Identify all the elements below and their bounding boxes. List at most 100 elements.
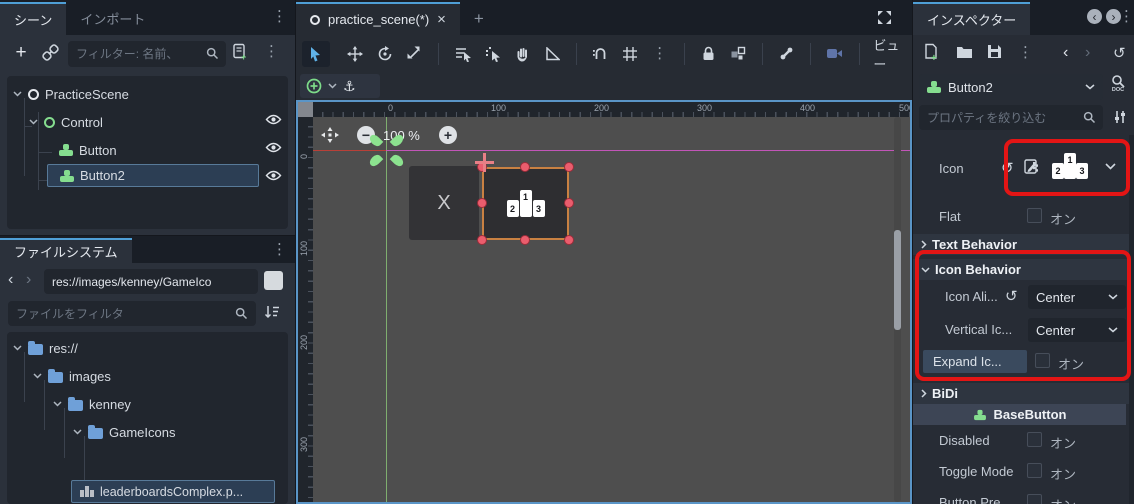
scene-filter-input[interactable] [68,41,226,67]
resize-handle[interactable] [520,235,530,245]
inspector-vscrollbar[interactable] [1129,135,1134,504]
current-path-field[interactable]: res://images/kenney/GameIco [44,269,258,294]
chevron-down-icon[interactable] [13,91,22,97]
visibility-eye-icon[interactable] [265,113,282,126]
tab-scene[interactable]: シーン [0,2,66,35]
zoom-in-button[interactable]: + [439,126,457,144]
property-filter-field[interactable] [919,105,1103,130]
expand-fullscreen-icon[interactable] [877,10,892,25]
canvas[interactable]: − 100 % + X 1 2 3 [313,117,910,502]
chevron-down-icon[interactable] [29,119,38,125]
view-menu-button[interactable]: ビュー [873,35,912,73]
section-icon-behavior[interactable]: Icon Behavior [913,259,1130,280]
inspector-menu-icon[interactable]: ⋮ [1119,9,1134,24]
section-text-behavior[interactable]: Text Behavior [913,234,1130,255]
tab-filesystem[interactable]: ファイルシステム [0,238,132,263]
flat-checkbox[interactable] [1027,208,1042,223]
chevron-down-icon[interactable] [53,401,62,407]
disabled-checkbox[interactable] [1027,432,1042,447]
prev-object-icon[interactable]: ‹ [1087,9,1102,24]
file-filter-input[interactable] [8,301,256,326]
tree-row-button2-selected[interactable]: Button2 [47,164,259,187]
anchor-preset-icon[interactable]: ⚓ [343,78,356,95]
add-node-icon[interactable]: + [10,41,32,65]
button-pressed-checkbox[interactable] [1027,494,1042,504]
pick-pixel-select-tool-button[interactable] [479,41,507,67]
resize-handle[interactable] [564,162,574,172]
icon-alignment-dropdown[interactable]: Center [1028,285,1126,309]
camera-override-icon[interactable] [821,41,849,67]
scene-toolbar-menu-icon[interactable]: ⋮ [264,44,279,59]
fs-row-res[interactable]: res:// [13,336,283,360]
rotate-tool-button[interactable] [371,41,399,67]
history-forward-icon[interactable]: › [26,271,31,289]
save-icon[interactable] [987,44,1002,59]
viewport-2d[interactable]: 0 100 200 300 400 500 0 100 200 300 [296,100,912,504]
tab-practice-scene[interactable]: practice_scene(*) × [296,2,460,35]
file-filter-field[interactable] [8,301,256,326]
tab-inspector[interactable]: インスペクター [913,2,1030,35]
list-select-tool-button[interactable] [449,41,477,67]
canvas-vscrollbar[interactable] [894,117,901,502]
chevron-down-icon[interactable] [328,83,337,89]
tab-import[interactable]: インポート [66,2,159,35]
extra-resource-options-icon[interactable] [1113,110,1127,124]
resize-handle[interactable] [477,198,487,208]
pan-tool-button[interactable] [509,41,537,67]
new-scene-tab-button[interactable]: + [460,2,498,35]
fs-row-images[interactable]: images [33,364,283,388]
resize-handle[interactable] [520,162,530,172]
instance-scene-link-icon[interactable] [42,44,59,61]
chevron-down-icon[interactable] [1105,163,1116,170]
history-back-icon[interactable]: ‹ [1063,44,1068,62]
scene-filter-field[interactable] [68,41,226,67]
ruler-tool-button[interactable] [538,41,566,67]
node-selector[interactable]: Button2 [919,74,1103,100]
lock-icon[interactable] [694,41,722,67]
tree-row-practicescene[interactable]: PracticeScene [13,82,283,106]
insert-key-icon[interactable] [306,78,322,94]
inspector-tools-menu-icon[interactable]: ⋮ [1018,45,1033,60]
scene-button-x[interactable]: X [409,166,479,240]
icon-texture-preview[interactable]: 1 2 3 [1052,153,1088,179]
visibility-eye-icon[interactable] [265,141,282,154]
open-docs-icon[interactable]: DOC [1111,74,1125,94]
chevron-down-icon[interactable] [13,345,22,351]
fs-row-kenney[interactable]: kenney [53,392,283,416]
snap-options-menu-icon[interactable]: ⋮ [646,41,674,67]
revert-icon[interactable]: ↺ [1005,287,1018,305]
history-forward-icon[interactable]: › [1085,44,1090,62]
attach-script-icon[interactable]: + [231,43,249,61]
visibility-eye-icon[interactable] [265,169,282,182]
resize-handle[interactable] [564,198,574,208]
select-tool-button[interactable] [302,41,330,67]
skeleton-bone-icon[interactable] [773,41,801,67]
grid-snap-icon[interactable] [616,41,644,67]
toggle-split-mode-button[interactable] [264,271,283,290]
filesystem-menu-icon[interactable]: ⋮ [272,242,287,257]
fs-row-leaderboards-selected[interactable]: leaderboardsComplex.p... [71,480,275,503]
expand-icon-checkbox[interactable] [1035,353,1050,368]
tree-row-control[interactable]: Control [29,110,283,134]
smart-snap-magnet-icon[interactable] [587,41,615,67]
tree-row-button[interactable]: Button [59,138,259,162]
expand-icon-label-highlight[interactable]: Expand Ic... [923,350,1027,373]
move-tool-button[interactable] [342,41,370,67]
sort-files-icon[interactable] [264,304,280,320]
scale-tool-button[interactable] [401,41,429,67]
canvas-vscrollbar-thumb[interactable] [894,230,901,330]
chevron-down-icon[interactable] [73,429,82,435]
scene-dock-menu-icon[interactable]: ⋮ [272,9,287,24]
category-basebutton[interactable]: BaseButton [913,404,1126,425]
center-view-icon[interactable] [321,127,339,143]
scene-button2-selected[interactable]: 1 2 3 [482,167,569,240]
new-resource-icon[interactable]: + [923,43,940,61]
edit-texture-icon[interactable] [1023,158,1040,175]
toggle-mode-checkbox[interactable] [1027,463,1042,478]
history-back-icon[interactable]: ‹ [8,271,13,289]
resize-handle[interactable] [564,235,574,245]
close-icon[interactable]: × [437,11,446,28]
property-filter-input[interactable] [919,105,1103,130]
revert-icon[interactable]: ↺ [1001,159,1014,177]
load-resource-folder-icon[interactable] [956,45,973,58]
